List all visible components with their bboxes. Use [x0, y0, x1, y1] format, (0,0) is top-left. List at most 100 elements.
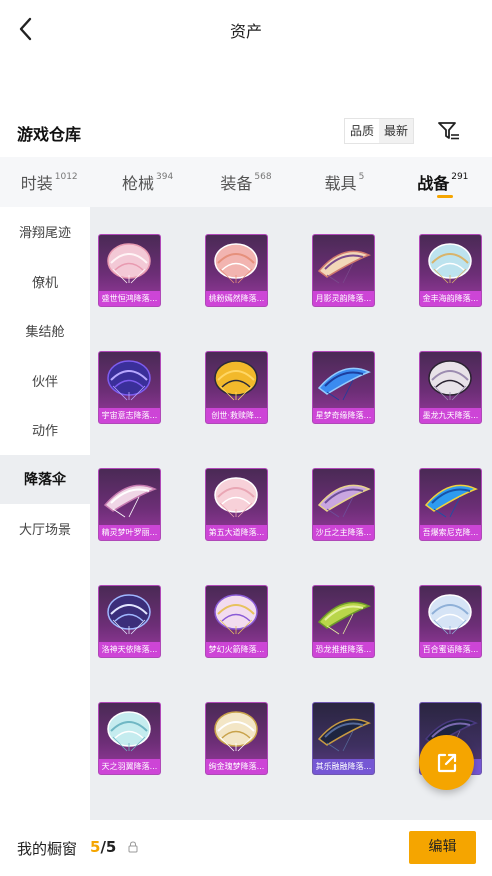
- parachute-item[interactable]: 洛神天依降落...: [98, 585, 161, 658]
- parachute-image: [107, 711, 151, 752]
- tab-weapons[interactable]: 枪械 394: [98, 157, 196, 207]
- item-name: 绚金瑰梦降落...: [206, 759, 267, 774]
- parachute-image: [317, 367, 371, 401]
- tab-label: 时装: [20, 174, 53, 193]
- parachute-item[interactable]: 第五大道降落...: [205, 468, 268, 541]
- item-name: 金丰海韵降落...: [420, 291, 481, 306]
- parachute-image: [424, 484, 478, 518]
- share-button[interactable]: [419, 735, 474, 790]
- item-name: 盛世恒鸿降落...: [99, 291, 160, 306]
- tab-equipment[interactable]: 装备 568: [197, 157, 295, 207]
- sort-option-quality[interactable]: 品质: [345, 119, 379, 143]
- item-name: 墨龙九天降落...: [420, 408, 481, 423]
- active-tab-indicator: [436, 195, 453, 198]
- showcase-total: /5: [100, 838, 117, 856]
- subcategory-sidebar: 滑翔尾迹 僚机 集结舱 伙伴 动作 降落伞 大厅场景: [0, 207, 90, 820]
- parachute-item[interactable]: 宇宙意志降落...: [98, 351, 161, 424]
- tab-count: 291: [451, 172, 469, 182]
- parachute-image: [428, 243, 472, 284]
- parachute-item[interactable]: 百合蜜语降落...: [419, 585, 482, 658]
- parachute-image: [428, 594, 472, 635]
- sidebar-item-wingman[interactable]: 僚机: [0, 257, 90, 307]
- item-name: 宇宙意志降落...: [99, 408, 160, 423]
- tab-count: 394: [156, 172, 174, 182]
- filter-icon: [438, 122, 459, 140]
- item-name: 恐龙推推降落...: [313, 642, 374, 657]
- tab-fashion[interactable]: 时装 1012: [0, 157, 98, 207]
- tab-label: 载具: [324, 174, 357, 193]
- parachute-item[interactable]: 梦幻火箭降落...: [205, 585, 268, 658]
- parachute-item[interactable]: 星梦奇缘降落...: [312, 351, 375, 424]
- item-name: 桃粉嫣然降落...: [206, 291, 267, 306]
- tab-count: 568: [254, 172, 272, 182]
- parachute-image: [214, 594, 258, 635]
- item-grid: 盛世恒鸿降落... 桃粉嫣然降落... 月影灵韵降落... 金丰海韵降落... 宇宙意志…: [90, 207, 492, 820]
- edit-button[interactable]: 编辑: [409, 831, 476, 864]
- share-external-icon: [437, 753, 456, 772]
- sidebar-item-companion[interactable]: 伙伴: [0, 356, 90, 406]
- section-title: 游戏仓库: [17, 125, 82, 144]
- item-name: 沙丘之主降落...: [313, 525, 374, 540]
- item-name: 洛神天依降落...: [99, 642, 160, 657]
- item-name: 天之羽翼降落...: [99, 759, 160, 774]
- parachute-image: [107, 243, 151, 284]
- item-name: 梦幻火箭降落...: [206, 642, 267, 657]
- parachute-image: [107, 360, 151, 401]
- sidebar-item-glide-trail[interactable]: 滑翔尾迹: [0, 207, 90, 257]
- parachute-image: [317, 250, 371, 284]
- parachute-item[interactable]: 天之羽翼降落...: [98, 702, 161, 775]
- item-name: 创世·救赎降...: [206, 408, 267, 423]
- item-name: 吾爆索尼克降...: [420, 525, 481, 540]
- sidebar-item-parachute[interactable]: 降落伞: [0, 454, 90, 504]
- parachute-image: [317, 718, 371, 752]
- parachute-image: [214, 477, 258, 518]
- parachute-item[interactable]: 其乐融融降落...: [312, 702, 375, 775]
- parachute-item[interactable]: 吾爆索尼克降...: [419, 468, 482, 541]
- item-name: 月影灵韵降落...: [313, 291, 374, 306]
- parachute-item[interactable]: 墨龙九天降落...: [419, 351, 482, 424]
- page-title: 资产: [229, 22, 262, 41]
- showcase-footer: 我的橱窗 5/5 编辑: [0, 820, 492, 876]
- item-name: 精灵梦叶罗丽...: [99, 525, 160, 540]
- sort-option-latest[interactable]: 最新: [379, 119, 414, 143]
- showcase-count: 5/5: [90, 838, 116, 856]
- category-tabs: 时装 1012 枪械 394 装备 568 载具 5 战备 291: [0, 157, 492, 207]
- tab-combat-gear[interactable]: 战备 291: [394, 157, 492, 207]
- parachute-item[interactable]: 创世·救赎降...: [205, 351, 268, 424]
- sort-toggle: 品质 最新: [344, 118, 415, 144]
- filter-button[interactable]: [436, 118, 462, 144]
- parachute-image: [214, 711, 258, 752]
- showcase-label: 我的橱窗: [17, 840, 78, 858]
- parachute-item[interactable]: 绚金瑰梦降落...: [205, 702, 268, 775]
- showcase-current: 5: [90, 838, 101, 856]
- tab-count: 1012: [54, 172, 78, 182]
- parachute-item[interactable]: 金丰海韵降落...: [419, 234, 482, 307]
- header-bar: 资产: [0, 0, 492, 58]
- item-name: 星梦奇缘降落...: [313, 408, 374, 423]
- parachute-image: [317, 484, 371, 518]
- tab-label: 装备: [220, 174, 253, 193]
- item-name: 第五大道降落...: [206, 525, 267, 540]
- tab-vehicles[interactable]: 载具 5: [295, 157, 393, 207]
- parachute-item[interactable]: 精灵梦叶罗丽...: [98, 468, 161, 541]
- sidebar-item-emote[interactable]: 动作: [0, 405, 90, 455]
- tab-label: 枪械: [122, 174, 155, 193]
- parachute-image: [317, 601, 371, 635]
- item-name: 其乐融融降落...: [313, 759, 374, 774]
- parachute-image: [103, 484, 157, 518]
- sidebar-item-lobby-scene[interactable]: 大厅场景: [0, 504, 90, 554]
- tab-label: 战备: [417, 174, 450, 193]
- lock-icon: [128, 841, 138, 853]
- tab-count: 5: [358, 172, 365, 182]
- parachute-image: [428, 360, 472, 401]
- parachute-item[interactable]: 沙丘之主降落...: [312, 468, 375, 541]
- parachute-item[interactable]: 恐龙推推降落...: [312, 585, 375, 658]
- parachute-item[interactable]: 月影灵韵降落...: [312, 234, 375, 307]
- parachute-item[interactable]: 桃粉嫣然降落...: [205, 234, 268, 307]
- item-name: 百合蜜语降落...: [420, 642, 481, 657]
- warehouse-header: 游戏仓库 品质 最新: [0, 112, 492, 152]
- sidebar-item-rally-pod[interactable]: 集结舱: [0, 306, 90, 356]
- parachute-image: [214, 360, 258, 401]
- parachute-item[interactable]: 盛世恒鸿降落...: [98, 234, 161, 307]
- parachute-image: [214, 243, 258, 284]
